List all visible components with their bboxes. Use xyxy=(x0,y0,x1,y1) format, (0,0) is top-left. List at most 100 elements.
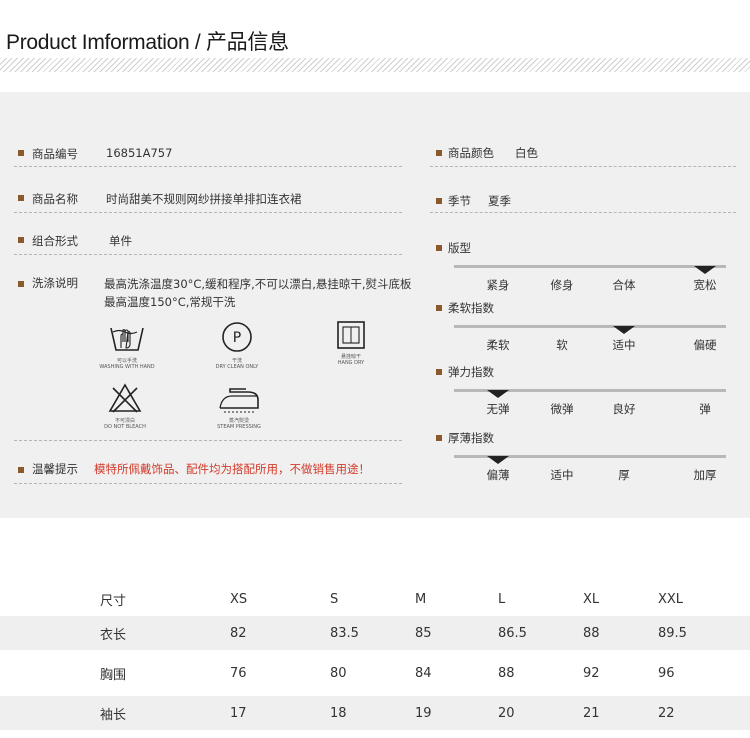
name-label: 商品名称 xyxy=(32,192,78,206)
table-cell: 衣长 xyxy=(0,616,230,650)
season-label: 季节 xyxy=(448,194,471,208)
scale-tick-label: 厚 xyxy=(618,468,630,482)
scale-marker xyxy=(694,266,716,274)
table-cell: L xyxy=(498,591,506,607)
table-cell: 86.5 xyxy=(498,616,583,650)
care-item: P 干洗 DRY CLEAN ONLY xyxy=(208,320,266,370)
scale-label: 厚薄指数 xyxy=(448,431,494,445)
bullet-icon xyxy=(436,369,442,375)
bullet-icon xyxy=(18,195,24,201)
divider xyxy=(430,166,736,167)
season-value: 夏季 xyxy=(488,194,511,208)
scale-tick-label: 偏硬 xyxy=(693,338,717,352)
bullet-icon xyxy=(18,237,24,243)
care-item: 蒸汽熨烫 STEAM PRESSING xyxy=(206,384,272,430)
color-label: 商品颜色 xyxy=(448,146,494,160)
table-cell: 17 xyxy=(230,696,330,730)
table-cell: XS xyxy=(230,591,248,607)
scale-tick-label: 合体 xyxy=(612,278,636,292)
table-cell: 19 xyxy=(415,696,498,730)
scale-tick-label: 修身 xyxy=(550,278,574,292)
table-cell: 88 xyxy=(583,616,658,650)
set-value: 单件 xyxy=(109,234,132,248)
bullet-icon xyxy=(18,467,24,473)
scale-tick-label: 柔软 xyxy=(486,338,510,352)
care-item: 不可漂白 DO NOT BLEACH xyxy=(92,382,158,430)
table-cell: 18 xyxy=(330,696,415,730)
table-header-row: 尺寸 XS S M L XL XXL xyxy=(0,582,750,616)
scale-marker xyxy=(613,326,635,334)
table-row: 衣长 82 83.5 85 86.5 88 89.5 xyxy=(0,616,750,650)
table-cell: 84 xyxy=(415,665,432,681)
tip-text: 模特所佩戴饰品、配件均为搭配所用，不做销售用途！ xyxy=(94,462,370,476)
divider xyxy=(14,440,402,441)
scale-tick-label: 紧身 xyxy=(486,278,510,292)
table-cell: 92 xyxy=(583,665,600,681)
item-no-value: 16851A757 xyxy=(106,146,173,160)
table-cell: M xyxy=(415,591,427,607)
scale-tick-label: 良好 xyxy=(612,402,636,416)
scale-tick-label: 适中 xyxy=(612,338,636,352)
table-cell: 85 xyxy=(415,616,498,650)
hatch-divider xyxy=(0,58,750,72)
scale-tick-label: 微弹 xyxy=(550,402,574,416)
table-cell: 21 xyxy=(583,696,658,730)
scale-tick-label: 弹 xyxy=(699,402,711,416)
divider xyxy=(430,212,736,213)
care-item: 可以手洗 WASHING WITH HAND xyxy=(98,320,156,370)
dry-clean-icon: P xyxy=(222,322,252,352)
set-label: 组合形式 xyxy=(32,234,78,248)
scale-tick-label: 适中 xyxy=(550,468,574,482)
scale-tick-label: 无弹 xyxy=(486,402,510,416)
svg-text:P: P xyxy=(233,330,241,346)
no-bleach-icon xyxy=(108,383,142,413)
table-cell: 22 xyxy=(658,696,750,730)
name-value: 时尚甜美不规则网纱拼接单排扣连衣裙 xyxy=(106,192,302,206)
bullet-icon xyxy=(436,435,442,441)
size-table: 尺寸 XS S M L XL XXL 衣长 82 83.5 85 86.5 88 89.5 胸围 76 80 84… xyxy=(0,582,750,730)
table-cell: 89.5 xyxy=(658,616,750,650)
table-cell: 80 xyxy=(330,665,347,681)
scale-tick-label: 宽松 xyxy=(693,278,717,292)
divider xyxy=(14,166,402,167)
scale-tick-label: 软 xyxy=(556,338,568,352)
scale-line xyxy=(454,325,726,328)
bullet-icon xyxy=(18,281,24,287)
divider xyxy=(14,483,402,484)
scale-label: 版型 xyxy=(448,241,471,255)
tip-label: 温馨提示 xyxy=(32,462,78,476)
scale-tick-label: 偏薄 xyxy=(486,468,510,482)
divider xyxy=(14,254,402,255)
table-row: 袖长 17 18 19 20 21 22 xyxy=(0,696,750,730)
table-cell: XL xyxy=(583,591,600,607)
color-value: 白色 xyxy=(515,146,538,160)
scale-tick-label: 加厚 xyxy=(693,468,717,482)
scale-marker xyxy=(487,456,509,464)
table-cell: 76 xyxy=(230,665,247,681)
table-cell: 96 xyxy=(658,665,675,681)
bullet-icon xyxy=(436,198,442,204)
hand-wash-icon xyxy=(110,327,144,351)
steam-iron-icon xyxy=(219,388,259,413)
wash-text: 最高洗涤温度30°C,缓和程序,不可以漂白,悬挂晾干,熨斗底板最高温度150°C… xyxy=(104,277,412,309)
scale-line xyxy=(454,265,726,268)
table-cell: 20 xyxy=(498,696,583,730)
bullet-icon xyxy=(18,150,24,156)
item-no-label: 商品编号 xyxy=(32,147,78,161)
scale-marker xyxy=(487,390,509,398)
hang-dry-icon xyxy=(337,321,365,349)
divider xyxy=(14,212,402,213)
care-item: 悬挂晾干 HANG DRY xyxy=(322,320,380,366)
page-title: Product Imformation / 产品信息 xyxy=(6,31,289,54)
bullet-icon xyxy=(436,245,442,251)
table-row: 胸围 76 80 84 88 92 96 xyxy=(0,656,750,690)
table-cell: 袖长 xyxy=(0,696,230,730)
table-cell: XXL xyxy=(658,591,684,607)
scale-label: 弹力指数 xyxy=(448,365,494,379)
table-cell: 82 xyxy=(230,616,330,650)
table-cell: 尺寸 xyxy=(100,593,127,609)
wash-label: 洗涤说明 xyxy=(32,276,78,290)
bullet-icon xyxy=(436,150,442,156)
table-cell: S xyxy=(330,591,339,607)
table-cell: 88 xyxy=(498,665,515,681)
